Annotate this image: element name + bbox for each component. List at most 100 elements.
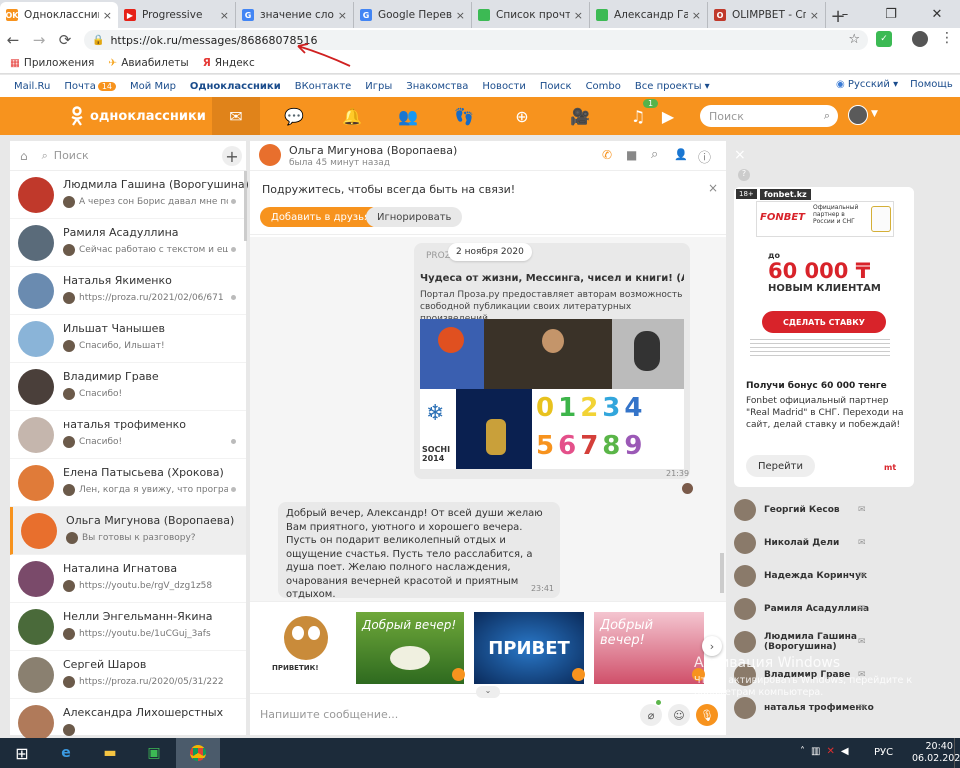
conversation-name[interactable]: Ольга Мигунова (Воропаева) (289, 144, 457, 157)
file-explorer-icon[interactable]: ▬ (88, 738, 132, 768)
browser-tab[interactable]: Александр Гашн × (590, 2, 708, 28)
play-nav-icon[interactable]: ▶ (644, 97, 692, 135)
show-desktop[interactable] (954, 738, 960, 768)
chat-list-scrollbar[interactable] (244, 171, 247, 241)
guests-nav-icon[interactable]: 👣 (440, 97, 488, 135)
sticker-next-icon[interactable]: › (702, 636, 722, 656)
message-icon[interactable]: ✉ (858, 703, 866, 713)
portal-link[interactable]: Combo (586, 81, 621, 92)
bookmark-yandex[interactable]: Я Яндекс (203, 57, 255, 69)
tab-close-icon[interactable]: × (103, 9, 112, 22)
chat-list-item[interactable]: Сергей Шаров https://proza.ru/2020/05/31/… (10, 651, 246, 699)
friends-nav-icon[interactable]: 👥 (384, 97, 432, 135)
events-nav-icon[interactable]: ⊕ (498, 97, 546, 135)
message-composer[interactable]: Напишите сообщение... ⌀ ☺ 🎙 (250, 693, 726, 735)
portal-link[interactable]: Знакомства (406, 81, 468, 92)
chat-list-item[interactable]: Людмила Гашина (Ворогушина) А через сон Б… (10, 171, 249, 219)
tab-close-icon[interactable]: × (220, 9, 229, 22)
chrome-icon[interactable] (176, 738, 220, 768)
ad-info-icon[interactable]: ? (738, 169, 750, 181)
browser-tab[interactable]: Список прочтен × (472, 2, 590, 28)
play-icon[interactable] (452, 668, 465, 681)
notifications-nav-icon[interactable]: 🔔 (328, 97, 376, 135)
call-icon[interactable]: ✆ (602, 148, 612, 162)
portal-link[interactable]: Mail.Ru (14, 81, 50, 92)
chevron-up-icon[interactable]: ˄ (800, 746, 805, 757)
sticker-good-evening-roses[interactable]: Добрый вечер! (594, 612, 704, 684)
right-contact-item[interactable]: Рамиля Асадуллина (734, 594, 874, 624)
attach-icon[interactable]: ⌀ (640, 704, 662, 726)
ad-image[interactable]: 18+ fonbet.kz FONBET Официальный партнер… (734, 187, 914, 377)
message-icon[interactable]: ✉ (858, 637, 866, 647)
message-scrollbar[interactable] (720, 553, 724, 593)
portal-link[interactable]: Все проекты ▾ (635, 81, 710, 92)
help-link[interactable]: Помощь (910, 79, 953, 90)
clock[interactable]: 20:4006.02.2021 (912, 741, 960, 765)
ad-go-button[interactable]: Перейти (746, 455, 815, 477)
microphone-icon[interactable]: 🎙 (696, 704, 718, 726)
extension-icon[interactable]: ✓ (876, 31, 892, 47)
add-person-icon[interactable]: 👤 (674, 148, 688, 161)
maximize-icon[interactable]: ❐ (868, 0, 914, 28)
right-contact-item[interactable]: Людмила Гашина (Ворогушина) (734, 627, 874, 657)
browser-tab[interactable]: OK Одноклассники × (0, 2, 118, 28)
message-icon[interactable]: ✉ (858, 571, 866, 581)
minimize-icon[interactable]: – (822, 0, 868, 28)
chevron-down-icon[interactable]: ▼ (871, 109, 878, 119)
chat-search[interactable]: ⌂ ⌕ Поиск + (10, 141, 246, 171)
url-text[interactable]: https://ok.ru/messages/86868078516 (110, 34, 317, 47)
message-icon[interactable]: ✉ (858, 604, 866, 614)
tab-close-icon[interactable]: × (574, 9, 583, 22)
link-card-title[interactable]: Чудеса от жизни, Мессинга, чисел и книги… (420, 273, 684, 284)
speaker-icon[interactable]: ◀ (841, 746, 849, 757)
header-search-input[interactable]: Поиск ⌕ (700, 105, 838, 127)
conversation-avatar[interactable] (259, 144, 281, 166)
search-icon[interactable]: ⌕ (824, 109, 830, 123)
chat-list-item[interactable]: Ольга Мигунова (Воропаева) Вы готовы к ра… (10, 507, 246, 555)
chat-list-item[interactable]: Наталья Якименко https://proza.ru/2021/02… (10, 267, 246, 315)
bookmark-avia[interactable]: ✈ Авиабилеты (108, 57, 188, 69)
search-icon[interactable]: ⌕ (651, 147, 658, 162)
right-contact-item[interactable]: Николай Дели (734, 528, 874, 558)
bookmark-apps[interactable]: ▦ Приложения (10, 57, 94, 69)
ie-icon[interactable]: e (44, 738, 88, 768)
browser-tab[interactable]: O OLIMPBET - Спи × (708, 2, 826, 28)
chat-list-item[interactable]: Владимир Граве Спасибо! (10, 363, 246, 411)
video-nav-icon[interactable]: 🎥 (556, 97, 604, 135)
network-icon[interactable]: ▥ (811, 746, 820, 757)
chat-list-item[interactable]: наталья трофименко Спасибо! (10, 411, 246, 459)
close-icon[interactable]: × (734, 147, 746, 163)
close-icon[interactable]: × (708, 181, 718, 195)
sticker-privet[interactable]: ПРИВЕТ (474, 612, 584, 684)
address-bar[interactable]: 🔒 https://ok.ru/messages/86868078516 ☆ (84, 30, 868, 50)
input-language[interactable]: РУС (874, 747, 893, 758)
menu-kebab-icon[interactable]: ⋮ (940, 30, 954, 46)
link-card-bubble[interactable]: PROZ Чудеса от жизни, Мессинга, чисел и … (414, 243, 690, 479)
bookmark-star-icon[interactable]: ☆ (848, 32, 860, 47)
portal-link[interactable]: Почта 14 (64, 81, 117, 92)
chat-list-item[interactable]: Елена Патысьева (Хрокова) Лен, когда я ув… (10, 459, 246, 507)
message-icon[interactable]: ✉ (858, 538, 866, 548)
portal-link[interactable]: Поиск (540, 81, 572, 92)
reload-icon[interactable]: ⟳ (52, 31, 78, 49)
play-icon[interactable] (572, 668, 585, 681)
warning-icon[interactable]: ✕ (826, 746, 834, 757)
message-icon[interactable]: ✉ (858, 505, 866, 515)
tab-close-icon[interactable]: × (810, 9, 819, 22)
forward-icon[interactable]: → (26, 31, 52, 49)
messages-nav-icon[interactable]: ✉ (212, 97, 260, 135)
new-chat-button[interactable]: + (222, 146, 242, 166)
ok-logo[interactable]: одноклассники (70, 106, 206, 126)
ad-headline[interactable]: Получи бонус 60 000 тенге (746, 381, 887, 391)
chat-list-item[interactable]: Наталина Игнатова https://youtu.be/rgV_dz… (10, 555, 246, 603)
windows-start-icon[interactable]: ⊞ (0, 738, 44, 768)
info-icon[interactable]: ⓘ (698, 147, 711, 166)
ad-cta-button[interactable]: СДЕЛАТЬ СТАВКУ (762, 311, 886, 333)
browser-tab[interactable]: ▶ Progressive × (118, 2, 236, 28)
video-call-icon[interactable]: ■ (626, 148, 637, 162)
incoming-message-bubble[interactable]: Добрый вечер, Александр! От всей души же… (278, 502, 560, 600)
chat-list-item[interactable]: Ильшат Чанышев Спасибо, Ильшат! (10, 315, 246, 363)
portal-link[interactable]: Новости (482, 81, 525, 92)
user-avatar[interactable] (848, 105, 868, 125)
sticker-cat[interactable]: ПРИВЕТИК! (272, 612, 338, 678)
